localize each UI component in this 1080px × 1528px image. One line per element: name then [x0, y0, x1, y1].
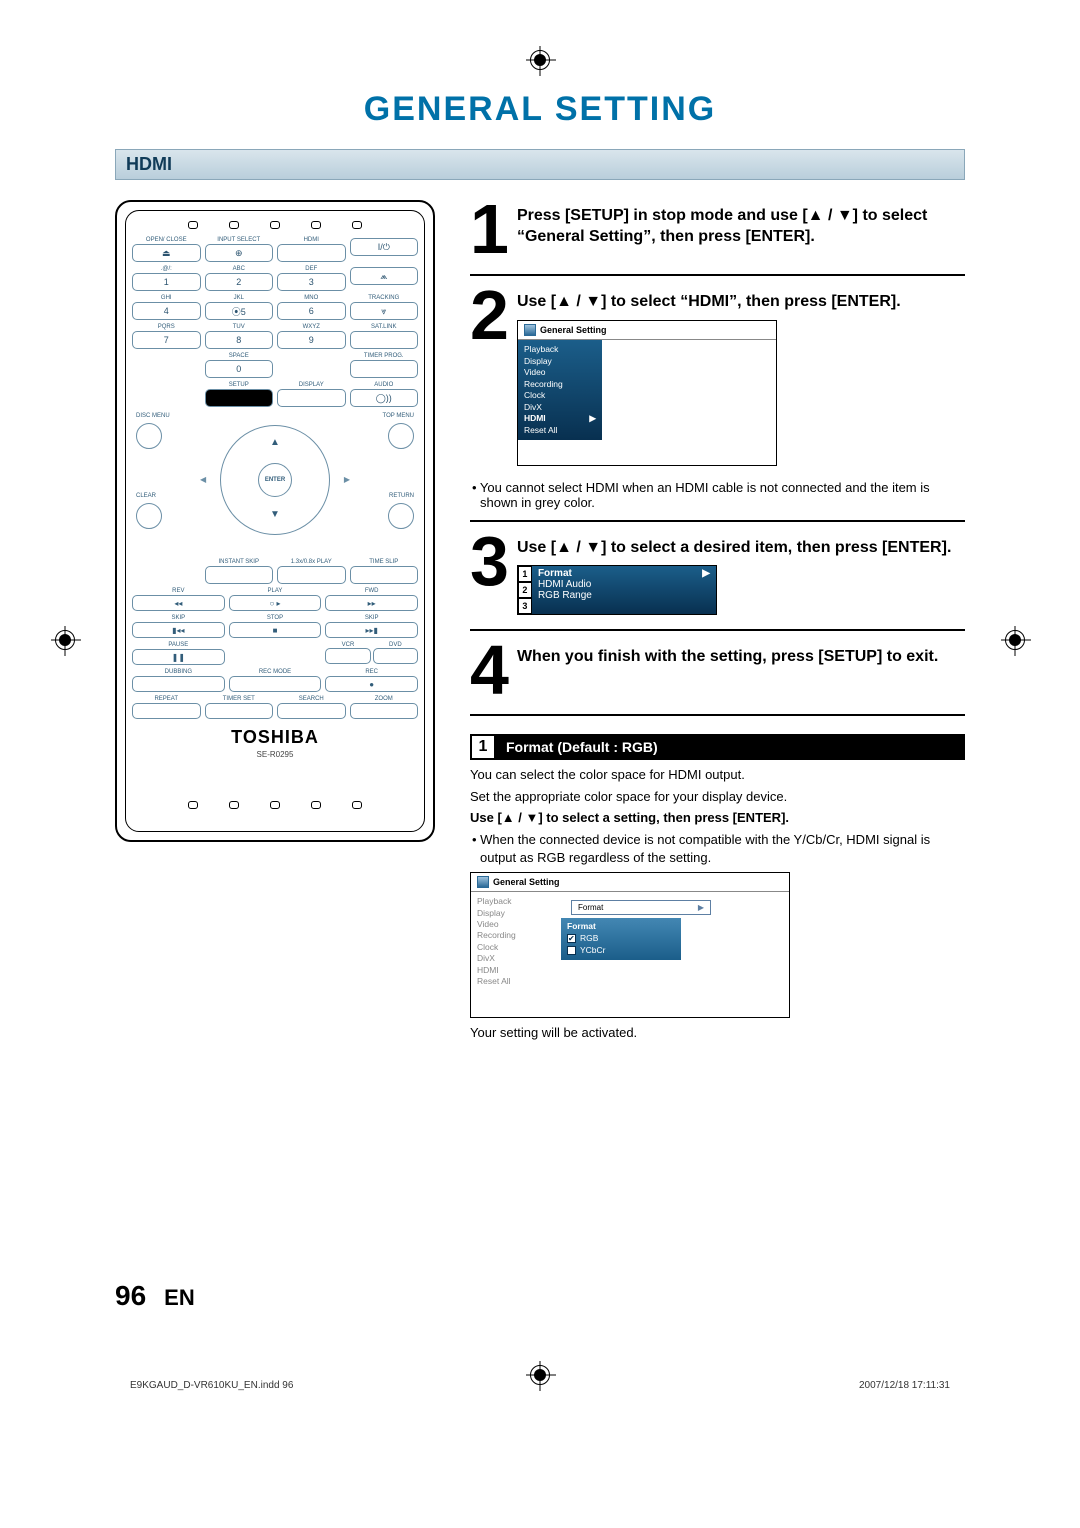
print-footer: E9KGAUD_D-VR610KU_EN.indd 96 2007/12/18 …: [130, 1380, 950, 1391]
power-button: I/⏻: [350, 238, 419, 256]
remote-control-diagram: OPEN/ CLOSE⏏ INPUT SELECT⊕ HDMI I/⏻ .@/:…: [115, 200, 435, 842]
setting-1-header: 1 Format (Default : RGB): [470, 734, 965, 760]
setting-1-result: Your setting will be activated.: [470, 1024, 965, 1042]
fwd-button: ▸▸: [325, 595, 418, 611]
registration-mark-icon: [55, 630, 75, 650]
input-select-button: ⊕: [205, 244, 274, 262]
channel-up-button: ⩕: [350, 267, 419, 285]
open-close-button: ⏏: [132, 244, 201, 262]
checkbox-unchecked-icon: [567, 946, 576, 955]
setting-1-note: • When the connected device is not compa…: [470, 831, 965, 866]
page-footer: 96EN: [115, 1280, 195, 1312]
chevron-right-icon: ▶: [698, 903, 704, 912]
hdmi-button: [277, 244, 346, 262]
registration-mark-icon: [530, 50, 550, 70]
dpad: DISC MENU TOP MENU CLEAR RETURN ▲ ▼ ◀ ▶ …: [132, 413, 418, 553]
model-number: SE-R0295: [132, 750, 418, 759]
checkbox-checked-icon: [567, 934, 576, 943]
dpad-up-icon: ▲: [270, 437, 280, 448]
setting-1-desc-1: You can select the color space for HDMI …: [470, 766, 965, 784]
satlink-button: [350, 331, 419, 349]
format-setting-menu: General Setting Playback Display Video R…: [470, 872, 790, 1018]
setup-button: [205, 389, 274, 407]
brand-logo: TOSHIBA: [132, 727, 418, 748]
menu-icon: [524, 324, 536, 336]
registration-mark-icon: [1005, 630, 1025, 650]
display-button: [277, 389, 346, 407]
page-title: GENERAL SETTING: [115, 90, 965, 129]
step-1: 1 Press [SETUP] in stop mode and use [▲ …: [470, 200, 965, 260]
rev-button: ◂◂: [132, 595, 225, 611]
setting-1-desc-2: Set the appropriate color space for your…: [470, 788, 965, 806]
step-2: 2 Use [▲ / ▼] to select “HDMI”, then pre…: [470, 286, 965, 467]
channel-down-button: ⩔: [350, 302, 419, 320]
chevron-right-icon: ▶: [702, 568, 710, 579]
section-heading-hdmi: HDMI: [115, 149, 965, 180]
rec-button: ●: [325, 676, 418, 692]
pause-button: ❚❚: [132, 649, 225, 665]
menu-icon: [477, 876, 489, 888]
skip-fwd-button: ▸▸▮: [325, 622, 418, 638]
step-4: 4 When you finish with the setting, pres…: [470, 641, 965, 701]
general-setting-menu: General Setting Playback Display Video R…: [517, 320, 777, 466]
step-3: 3 Use [▲ / ▼] to select a desired item, …: [470, 532, 965, 615]
hdmi-submenu: 123 Format▶ HDMI Audio RGB Range: [517, 565, 717, 615]
enter-button: ENTER: [258, 463, 292, 497]
timer-prog-button: [350, 360, 419, 378]
skip-back-button: ▮◂◂: [132, 622, 225, 638]
setting-1-instruction: Use [▲ / ▼] to select a setting, then pr…: [470, 809, 965, 827]
dpad-down-icon: ▼: [270, 509, 280, 520]
chevron-right-icon: ▶: [589, 413, 596, 424]
audio-button: ◯)): [350, 389, 419, 407]
play-button: ○ ▸: [229, 595, 322, 611]
stop-button: ■: [229, 622, 322, 638]
dpad-right-icon: ▶: [344, 475, 350, 484]
dpad-left-icon: ◀: [200, 475, 206, 484]
step-2-note: • You cannot select HDMI when an HDMI ca…: [470, 480, 965, 510]
